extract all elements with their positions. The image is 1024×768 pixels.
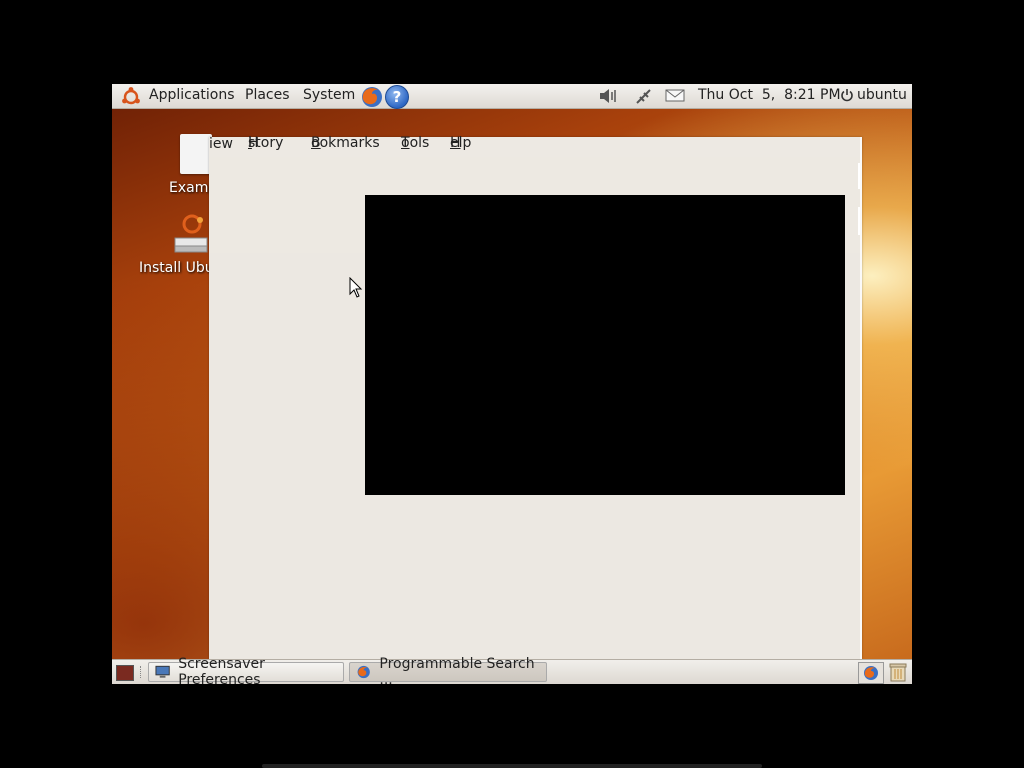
install-ubuntu-icon[interactable] (172, 212, 210, 260)
tools-menu-suffix: ools (401, 135, 430, 151)
unrendered-content-area (365, 195, 845, 495)
places-menu[interactable]: Places (245, 87, 290, 103)
firefox-icon (357, 665, 370, 679)
system-menu[interactable]: System (303, 87, 355, 103)
panel-grip[interactable] (140, 666, 143, 678)
top-panel: Applications Places System ? Thu Oct 5, … (112, 84, 912, 109)
bottom-panel: Screensaver Preferences Programmable Sea… (112, 656, 912, 684)
desktop-screen: Applications Places System ? Thu Oct 5, … (112, 84, 912, 684)
taskbar-item-label: Screensaver Preferences (178, 656, 265, 684)
power-icon (841, 89, 853, 102)
user-name: ubuntu (857, 87, 907, 103)
user-menu[interactable]: ubuntu (840, 87, 907, 103)
help-menu-suffix: elp (450, 135, 472, 151)
network-icon[interactable] (634, 87, 654, 105)
volume-icon[interactable] (598, 87, 620, 105)
window-edge-notch (858, 163, 860, 189)
show-desktop-icon[interactable] (116, 665, 134, 681)
view-menu[interactable]: iew (209, 136, 233, 152)
install-ubuntu-label[interactable]: Install Ubu (139, 260, 214, 276)
bookmarks-menu-suffix: ookmarks (311, 135, 380, 151)
window-edge-notch (858, 207, 860, 235)
trash-icon[interactable] (888, 662, 908, 682)
mouse-cursor-icon (349, 277, 363, 298)
firefox-tray-icon[interactable] (858, 662, 884, 684)
firefox-launcher-icon[interactable] (360, 85, 384, 109)
taskbar-item-firefox[interactable]: Programmable Search ... (349, 656, 547, 684)
help-launcher-icon[interactable]: ? (385, 85, 409, 109)
taskbar-item-screensaver[interactable]: Screensaver Preferences (148, 656, 344, 684)
ubuntu-logo-icon[interactable] (120, 86, 142, 108)
history-menu-suffix: story (248, 135, 284, 151)
examples-folder-icon[interactable] (180, 134, 212, 174)
applications-menu[interactable]: Applications (149, 87, 235, 103)
monitor-icon (155, 665, 170, 678)
menubar: iew Hi story Bookmarks Tools Help (209, 135, 860, 158)
taskbar-item-label: Programmable Search ... (379, 656, 535, 684)
mail-icon[interactable] (665, 87, 685, 103)
screen-bottom-bar (262, 764, 762, 768)
firefox-icon (864, 666, 878, 680)
browser-window: iew Hi story Bookmarks Tools Help (209, 135, 862, 659)
clock[interactable]: Thu Oct 5, 8:21 PM (698, 87, 841, 103)
